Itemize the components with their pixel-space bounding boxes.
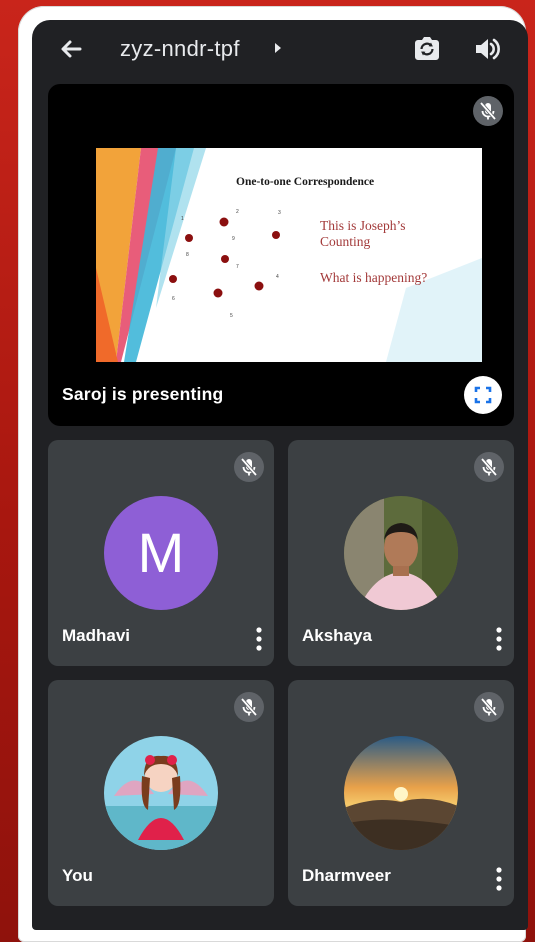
slide-line-1: This is Joseph’s xyxy=(320,218,406,233)
more-vert-icon xyxy=(256,627,262,651)
more-vert-icon xyxy=(496,867,502,891)
mic-off-icon xyxy=(480,697,498,717)
participant-name: Akshaya xyxy=(302,626,372,645)
sunset-picture xyxy=(344,736,458,850)
slide-number: 4 xyxy=(276,274,279,280)
presentation-mic-off-badge xyxy=(473,96,503,126)
top-bar: zyz-nndr-tpf xyxy=(32,20,528,78)
meet-screen: zyz-nndr-tpf 1 2 3 4 5 6 7 8 9 One-to-on… xyxy=(32,20,528,930)
more-options-button[interactable] xyxy=(494,626,504,652)
mic-off-badge xyxy=(474,692,504,722)
switch-camera-button[interactable] xyxy=(410,32,444,66)
slide-number: 8 xyxy=(186,252,189,258)
person-photo xyxy=(344,496,458,610)
switch-camera-icon xyxy=(415,37,439,60)
slide-title: One-to-one Correspondence xyxy=(236,176,375,188)
participant-name: You xyxy=(62,866,93,885)
back-button[interactable] xyxy=(56,34,86,64)
mic-off-badge xyxy=(234,452,264,482)
more-options-button[interactable] xyxy=(254,626,264,652)
speaker-icon xyxy=(476,38,500,60)
participant-name: Dharmveer xyxy=(302,866,391,885)
meeting-info-caret[interactable] xyxy=(272,40,284,56)
doll-picture xyxy=(104,736,218,850)
more-vert-icon xyxy=(496,627,502,651)
mic-off-icon xyxy=(480,457,498,477)
slide-line-3: What is happening? xyxy=(320,270,428,285)
presenter-label: Saroj is presenting xyxy=(62,384,224,404)
avatar-sunset-image xyxy=(344,736,458,850)
slide-number: 1 xyxy=(181,216,184,222)
mic-off-icon xyxy=(240,697,258,717)
avatar-initial: M xyxy=(137,521,185,584)
avatar: M xyxy=(104,496,218,610)
avatar-photo xyxy=(344,496,458,610)
back-arrow-icon xyxy=(61,40,82,58)
presentation-tile[interactable]: 1 2 3 4 5 6 7 8 9 One-to-one Corresponde… xyxy=(48,84,514,426)
participant-tile-akshaya[interactable]: Akshaya xyxy=(288,440,514,666)
meeting-code[interactable]: zyz-nndr-tpf xyxy=(120,34,240,64)
participant-tile-madhavi[interactable]: M Madhavi xyxy=(48,440,274,666)
mic-off-badge xyxy=(474,452,504,482)
avatar-doll-image xyxy=(104,736,218,850)
participant-name: Madhavi xyxy=(62,626,131,645)
mic-off-icon xyxy=(479,101,497,121)
mic-off-badge xyxy=(234,692,264,722)
speaker-button[interactable] xyxy=(470,32,504,66)
fullscreen-button[interactable] xyxy=(464,376,502,414)
slide-number: 6 xyxy=(172,296,175,302)
slide-number: 9 xyxy=(232,236,235,242)
more-options-button[interactable] xyxy=(494,866,504,892)
slide-number: 5 xyxy=(230,313,233,319)
slide-number: 7 xyxy=(236,264,239,270)
mic-off-icon xyxy=(240,457,258,477)
slide-number: 2 xyxy=(236,209,239,215)
caret-right-icon xyxy=(275,43,281,53)
slide-line-2: Counting xyxy=(320,234,371,249)
fullscreen-icon xyxy=(474,386,492,404)
participant-tile-dharmveer[interactable]: Dharmveer xyxy=(288,680,514,906)
slide-number: 3 xyxy=(278,210,281,216)
shared-slide: 1 2 3 4 5 6 7 8 9 One-to-one Corresponde… xyxy=(96,148,482,362)
participant-tile-you[interactable]: You xyxy=(48,680,274,906)
